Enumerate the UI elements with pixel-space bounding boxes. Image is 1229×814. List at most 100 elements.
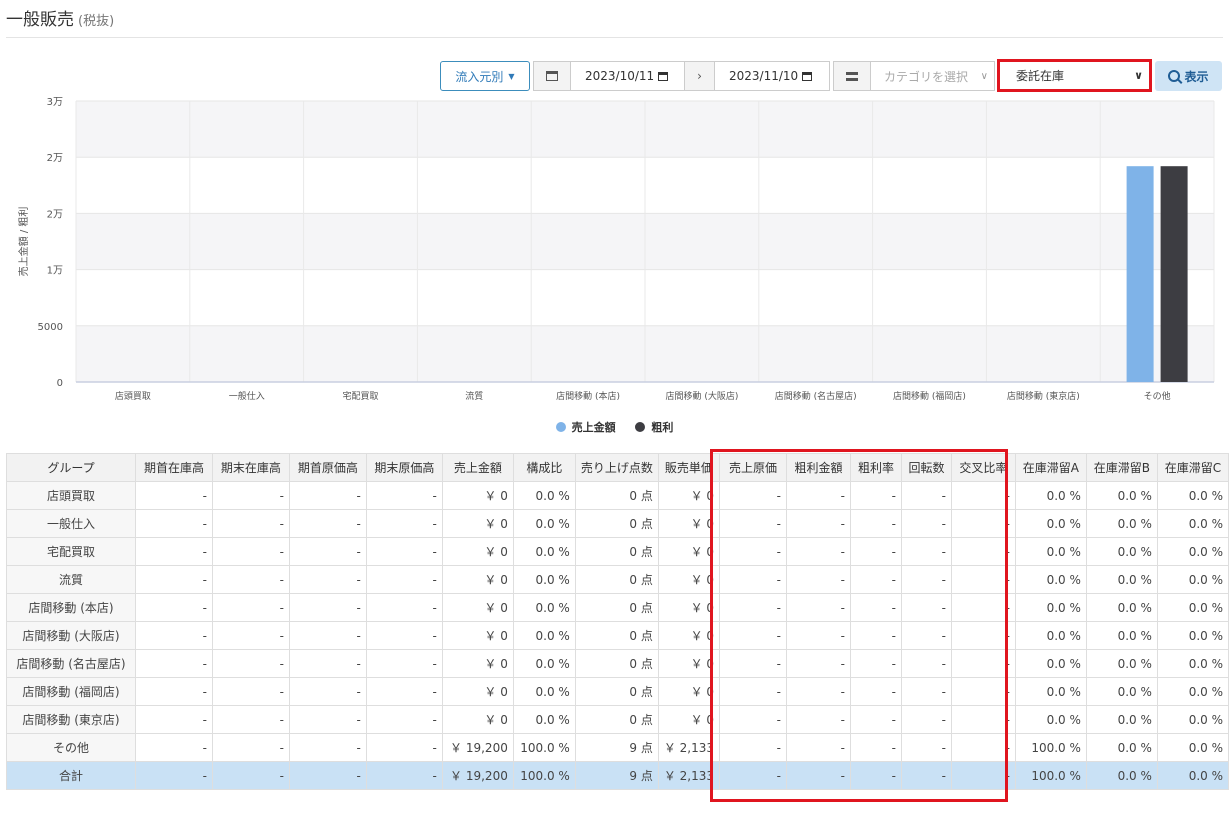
x-tick-label: 店間移動 (本店) xyxy=(556,390,620,402)
column-header[interactable]: 構成比 xyxy=(512,453,576,482)
legend-dot-sales xyxy=(555,422,566,432)
table-cell: ￥ 0 xyxy=(441,705,514,734)
date-from-input[interactable]: 2023/10/11 xyxy=(571,61,685,91)
table-cell: - xyxy=(785,565,851,594)
legend-dot-profit xyxy=(635,422,646,432)
table-cell: - xyxy=(900,537,952,566)
inflow-source-label: 流入元別 xyxy=(455,69,504,84)
calendar-icon xyxy=(546,71,558,81)
table-cell: ￥ 0 xyxy=(657,537,721,566)
page-title-text: 一般販売 xyxy=(6,10,74,30)
table-cell: - xyxy=(785,593,851,622)
table-cell: - xyxy=(719,481,787,510)
legend-item-sales[interactable]: 売上金額 xyxy=(555,421,616,434)
column-header[interactable]: 売上原価 xyxy=(719,453,787,482)
column-header[interactable]: 在庫滞留C xyxy=(1156,453,1229,482)
calendar-icon[interactable] xyxy=(802,71,813,81)
column-header[interactable]: 交叉比率 xyxy=(950,453,1016,482)
chart-legend: 売上金額 粗利 xyxy=(0,419,1229,435)
table-cell: - xyxy=(950,733,1016,762)
table-cell: ￥ 0 xyxy=(441,537,514,566)
table-cell: - xyxy=(365,733,443,762)
table-cell: - xyxy=(365,593,443,622)
legend-item-profit[interactable]: 粗利 xyxy=(635,421,673,434)
column-header[interactable]: 販売単価 xyxy=(657,453,721,482)
table-cell: - xyxy=(900,481,952,510)
inflow-source-button[interactable]: 流入元別 ▼ xyxy=(440,61,530,91)
table-cell: - xyxy=(288,481,367,510)
table-cell: - xyxy=(900,649,952,678)
table-cell: 0 点 xyxy=(574,677,659,706)
table-cell: ￥ 19,200 xyxy=(441,733,514,762)
column-header[interactable]: 在庫滞留B xyxy=(1085,453,1158,482)
table-cell: - xyxy=(900,677,952,706)
table-cell: - xyxy=(950,761,1016,790)
table-cell: - xyxy=(900,621,952,650)
table-cell: - xyxy=(849,621,902,650)
table-cell: - xyxy=(785,649,851,678)
table-cell: 100.0 % xyxy=(512,733,576,762)
table-cell: ￥ 0 xyxy=(657,705,721,734)
table-cell: - xyxy=(900,761,952,790)
y-tick-label: 3万 xyxy=(47,97,63,108)
table-cell: - xyxy=(849,677,902,706)
table-cell: ￥ 0 xyxy=(441,677,514,706)
table-cell: ￥ 0 xyxy=(657,593,721,622)
table-cell: 0.0 % xyxy=(512,649,576,678)
table-body: 店頭買取 - - - - ￥ 0 0.0 % 0 点 ￥ 0- - - - -0.0 % 0.0 % 0.0… xyxy=(6,481,1229,790)
category-select[interactable]: カテゴリを選択 ∨ xyxy=(871,61,995,91)
table-cell: - xyxy=(950,593,1016,622)
column-header[interactable]: 売り上げ点数 xyxy=(574,453,659,482)
date-range-separator: › xyxy=(685,61,715,91)
column-header[interactable]: 回転数 xyxy=(900,453,952,482)
table-row: 店間移動 (福岡店) - - - - ￥ 0 0.0 % 0 点 ￥ 0- - - - -0.0 % 0.… xyxy=(6,677,1229,706)
table-row: 一般仕入 - - - - ￥ 0 0.0 % 0 点 ￥ 0- - - - -0.0 % 0.0 % 0.0… xyxy=(6,509,1229,538)
column-header[interactable]: 期首在庫高 xyxy=(134,453,213,482)
table-cell: - xyxy=(134,677,213,706)
table-cell: 0.0 % xyxy=(512,509,576,538)
table-cell: - xyxy=(719,677,787,706)
show-button-label: 表示 xyxy=(1184,69,1209,84)
stock-type-value: 委託在庫 xyxy=(1016,69,1065,83)
table-cell: 0.0 % xyxy=(1014,593,1087,622)
table-cell: 0.0 % xyxy=(1014,537,1087,566)
x-tick-label: 店間移動 (大阪店) xyxy=(665,390,738,402)
table-cell: - xyxy=(211,593,290,622)
column-header[interactable]: 売上金額 xyxy=(441,453,514,482)
table-cell: 100.0 % xyxy=(1014,733,1087,762)
show-button[interactable]: 表示 xyxy=(1155,61,1222,91)
calendar-icon[interactable] xyxy=(658,71,669,81)
table-cell: ￥ 0 xyxy=(441,649,514,678)
date-to-input[interactable]: 2023/11/10 xyxy=(715,61,830,91)
table-cell: 0.0 % xyxy=(1085,677,1158,706)
table-cell: - xyxy=(365,481,443,510)
table-row: その他 - - - - ￥ 19,200 100.0 % 9 点 ￥ 2,133- - - - -100… xyxy=(6,733,1229,762)
calendar-addon xyxy=(533,61,571,91)
table-cell: - xyxy=(900,565,952,594)
column-header[interactable]: グループ xyxy=(6,453,136,482)
table-cell: 0.0 % xyxy=(512,621,576,650)
table-cell: ￥ 19,200 xyxy=(441,761,514,790)
table-cell: 0.0 % xyxy=(1014,481,1087,510)
column-header[interactable]: 期首原価高 xyxy=(288,453,367,482)
table-cell: - xyxy=(365,509,443,538)
table-cell: ￥ 0 xyxy=(657,509,721,538)
table-cell: - xyxy=(719,733,787,762)
column-header[interactable]: 粗利金額 xyxy=(785,453,851,482)
table-cell: - xyxy=(950,677,1016,706)
table-cell: - xyxy=(719,509,787,538)
column-header[interactable]: 在庫滞留A xyxy=(1014,453,1087,482)
table-cell: - xyxy=(785,481,851,510)
stock-type-select[interactable]: 委託在庫 ∨ xyxy=(997,59,1152,92)
column-header[interactable]: 期末在庫高 xyxy=(211,453,290,482)
table-cell: - xyxy=(365,565,443,594)
y-tick-label: 1万 xyxy=(47,266,63,277)
column-header[interactable]: 粗利率 xyxy=(849,453,902,482)
table-cell: 9 点 xyxy=(574,761,659,790)
table-cell: - xyxy=(211,509,290,538)
table-cell: 0.0 % xyxy=(1085,593,1158,622)
column-header[interactable]: 期末原価高 xyxy=(365,453,443,482)
table-cell: - xyxy=(785,621,851,650)
table-cell: - xyxy=(134,509,213,538)
table-cell: - xyxy=(785,509,851,538)
